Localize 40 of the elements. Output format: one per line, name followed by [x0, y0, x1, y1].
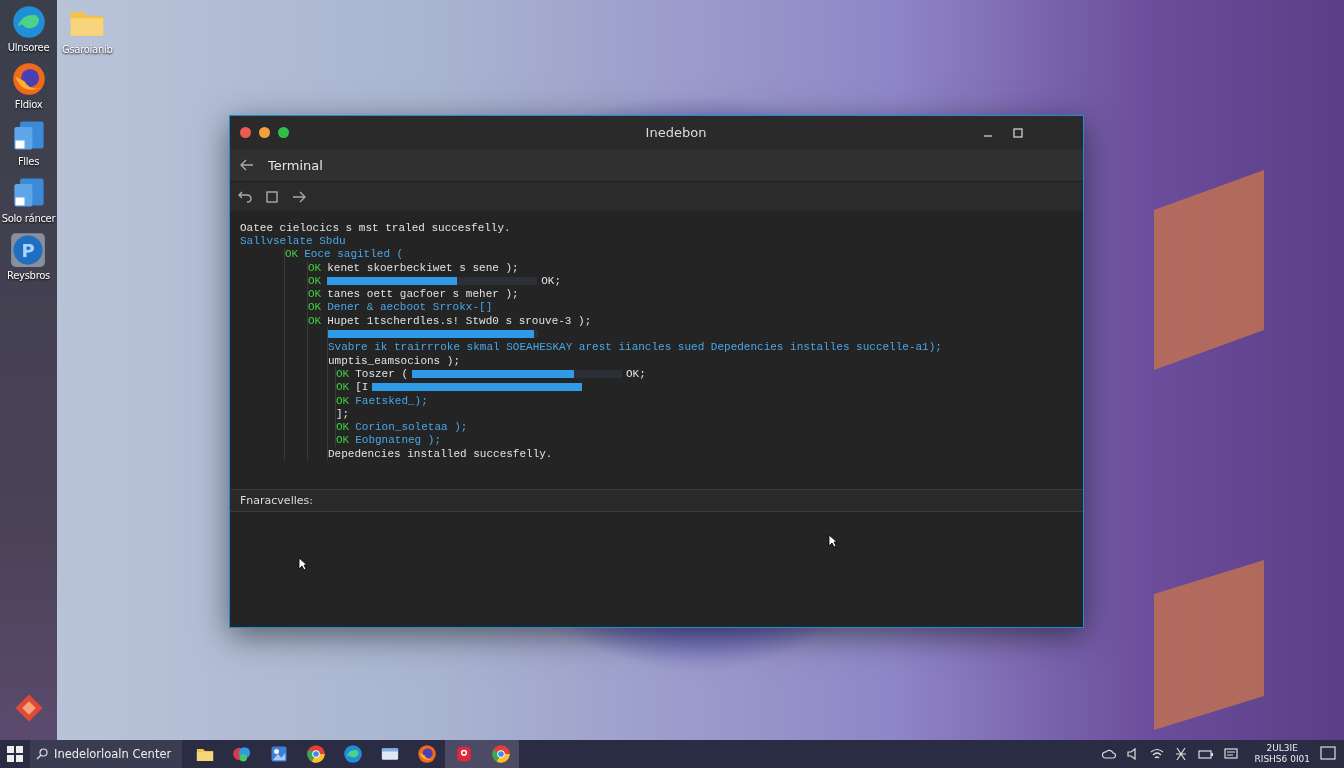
- desktop-icon-label[interactable]: Fldiox: [14, 99, 43, 110]
- status-text: OK: [308, 274, 322, 287]
- status-text: OK: [308, 288, 322, 301]
- desktop-icon-label[interactable]: Ulnsoree: [7, 42, 50, 53]
- output-text: kenet skoerbeckiwet s sene );: [327, 261, 519, 274]
- output-text: Dener & aecboot Srrokx-[]: [327, 301, 493, 314]
- output-text: umptis_eamsocions );: [328, 354, 461, 367]
- output-text: tanes oett gacfoer s meher );: [327, 288, 519, 301]
- output-text: Eoce sagitled (: [304, 248, 404, 261]
- search-field[interactable]: Inedelorloaln Center: [30, 740, 182, 768]
- status-text: OK: [308, 301, 322, 314]
- status-text: OK: [336, 434, 350, 447]
- output-text: OK;: [626, 367, 646, 380]
- status-text: OK: [308, 314, 322, 327]
- status-text: OK: [285, 248, 299, 261]
- output-text: Depedencies installed succesfelly.: [328, 447, 553, 460]
- output-text: Svabre ik trairrroke skmal SOEAHESKAY arest iiancles sued Depedencies installes succelle-a1);: [328, 341, 942, 354]
- output-text: Sallvselate Sbdu: [240, 234, 346, 247]
- output-text: [I: [355, 381, 369, 394]
- desktop-icon-label[interactable]: Flles: [17, 156, 40, 167]
- output-text: Corion_soletaa );: [355, 421, 468, 434]
- output-text: Oatee cielocics s mst traled succesfelly.: [240, 221, 511, 234]
- status-text: OK: [336, 421, 350, 434]
- clock-time[interactable]: 2UL3IE: [1266, 743, 1298, 754]
- desktop-icon-label[interactable]: Reysbros: [7, 270, 50, 281]
- desktop-icon-label[interactable]: Solo ráncer: [1, 213, 56, 224]
- output-text: Toszer (: [355, 367, 408, 380]
- status-text: OK: [336, 367, 350, 380]
- prompt-text[interactable]: Fnaracvelles:: [230, 489, 1083, 512]
- output-text: ];: [336, 407, 350, 420]
- output-text: Faetsked_);: [355, 394, 428, 407]
- clock-date[interactable]: RISHS6 0I01: [1254, 754, 1310, 765]
- output-text: Hupet 1tscherdles.s! Stwd0 s srouve-3 );: [327, 314, 592, 327]
- output-text: OK;: [541, 274, 561, 287]
- status-text: OK: [308, 261, 322, 274]
- output-text: Eobgnatneg );: [355, 434, 442, 447]
- status-text: OK: [336, 394, 350, 407]
- page-title: Terminal: [268, 157, 323, 173]
- status-text: OK: [336, 381, 350, 394]
- window-title: Inedebon: [644, 125, 708, 140]
